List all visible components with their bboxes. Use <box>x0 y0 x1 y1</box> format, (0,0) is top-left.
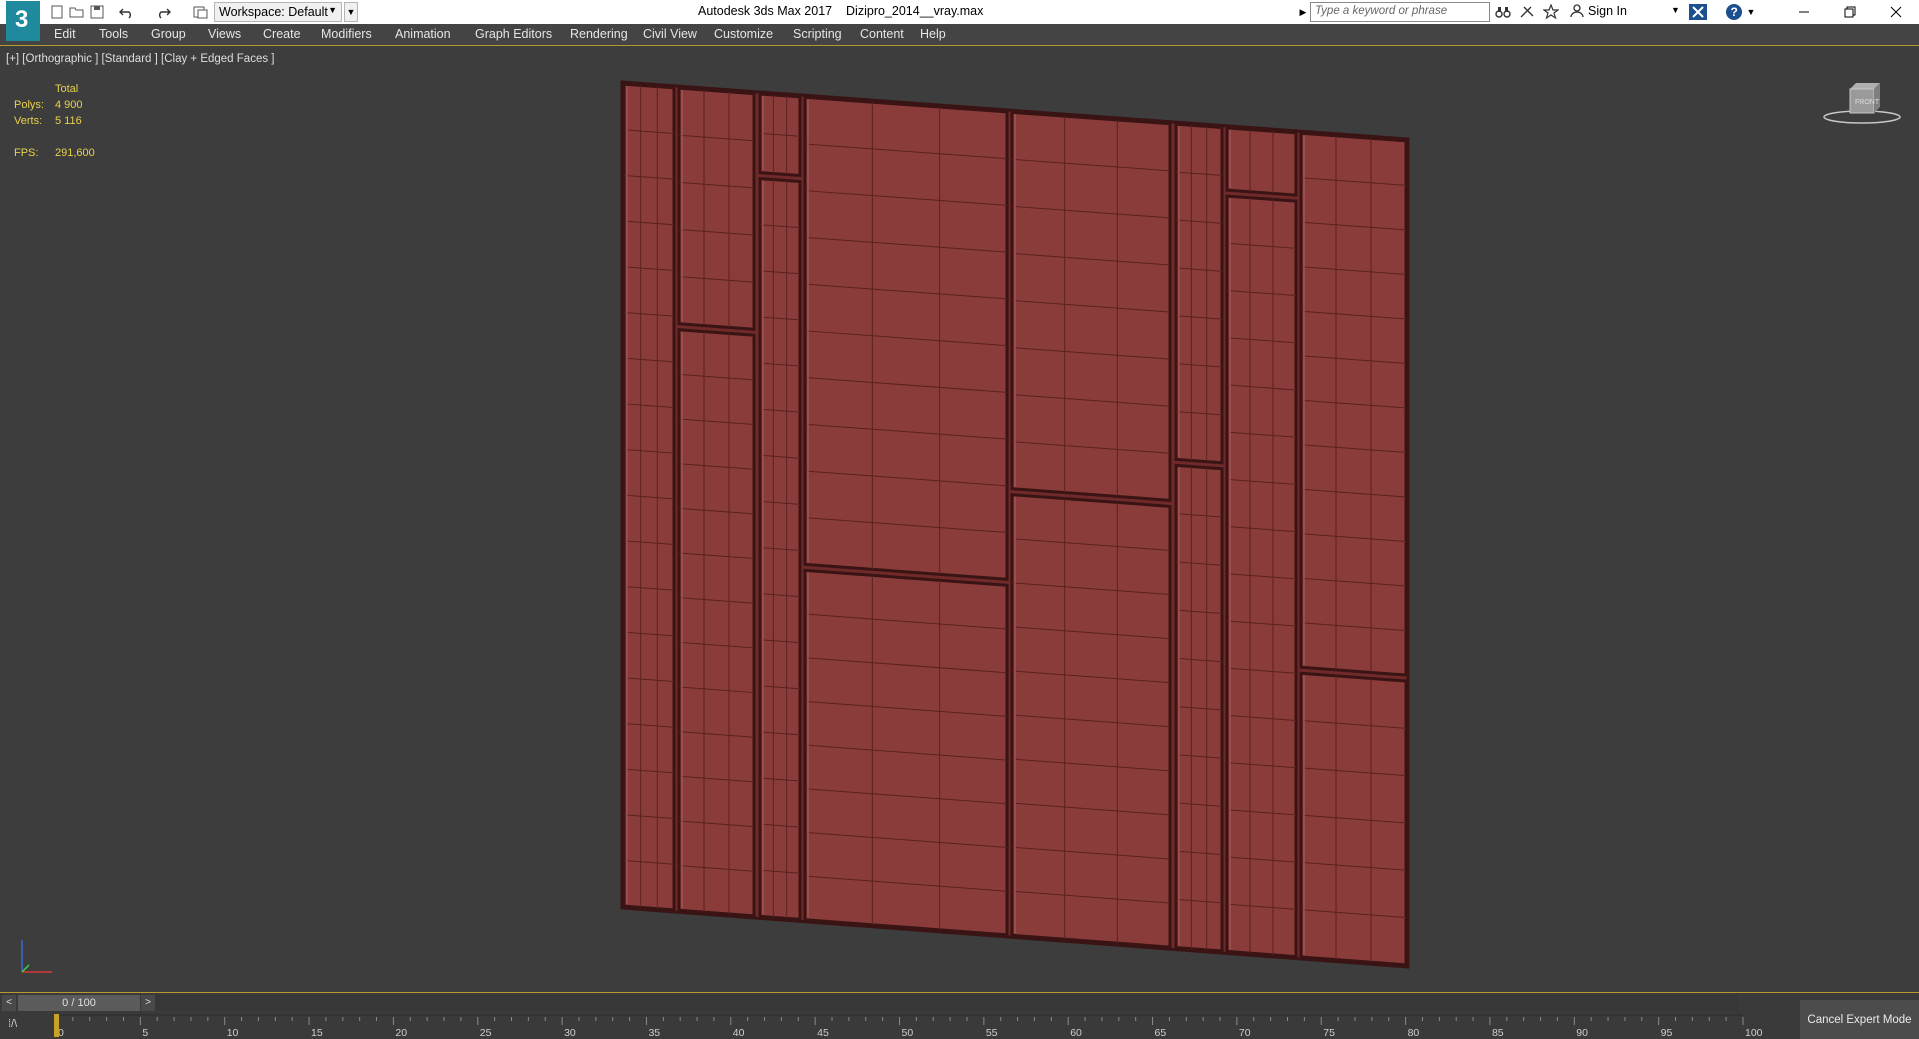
redo-icon[interactable] <box>154 3 172 21</box>
timeline-tick-label: 95 <box>1661 1027 1673 1039</box>
timeline-tick-label: 40 <box>733 1027 745 1039</box>
chevron-down-icon[interactable]: ▼ <box>1746 3 1756 21</box>
panel-piece <box>677 86 756 331</box>
viewport-orthographic[interactable]: [+] [Orthographic ] [Standard ] [Clay + … <box>0 47 1919 992</box>
menu-scripting[interactable]: Scripting <box>793 27 842 41</box>
time-slider-track[interactable] <box>18 995 1738 1011</box>
timeline-tick-label: 10 <box>227 1027 239 1039</box>
panel-piece <box>677 328 756 918</box>
current-frame-marker <box>54 1014 59 1037</box>
timeline-tick-label: 45 <box>817 1027 829 1039</box>
menu-modifiers[interactable]: Modifiers <box>321 27 372 41</box>
menu-customize[interactable]: Customize <box>714 27 773 41</box>
close-icon <box>1890 6 1902 18</box>
help-icon[interactable]: ? <box>1722 3 1746 21</box>
stats-polys-value: 4 900 <box>55 99 83 111</box>
stats-fps-value: 291,600 <box>55 147 95 159</box>
track-bar[interactable]: ⁞/\ 0 5 10 15 20 25 30 35 40 45 50 55 60 65 70 75 80 85 90… <box>0 1012 1919 1039</box>
minimize-icon <box>1799 11 1809 13</box>
menu-animation[interactable]: Animation <box>395 27 451 41</box>
new-file-icon[interactable] <box>48 3 66 21</box>
timeline-tick-label: 15 <box>311 1027 323 1039</box>
cancel-expert-mode-button[interactable]: Cancel Expert Mode <box>1800 1000 1919 1039</box>
file-name: Dizipro_2014__vray.max <box>846 4 984 18</box>
sign-in-label: Sign In <box>1588 4 1627 18</box>
menu-create[interactable]: Create <box>263 27 301 41</box>
timeline-tick-label: 65 <box>1155 1027 1167 1039</box>
stats-verts-value: 5 116 <box>55 115 82 127</box>
timeline-tick-label: 55 <box>986 1027 998 1039</box>
app-logo-icon[interactable]: 3 <box>6 1 40 41</box>
app-title: Autodesk 3ds Max 2017 <box>698 4 833 18</box>
menu-graph-editors[interactable]: Graph Editors <box>475 27 552 41</box>
close-button[interactable] <box>1873 0 1919 24</box>
undo-icon[interactable] <box>118 3 136 21</box>
restore-icon <box>1844 6 1856 18</box>
subscription-icon[interactable] <box>1518 3 1536 21</box>
search-input[interactable]: Type a keyword or phrase <box>1310 2 1490 22</box>
viewcube-face-label: FRONT <box>1855 99 1880 106</box>
quick-access-customize-button[interactable]: ▼ <box>344 2 358 22</box>
binoculars-icon[interactable] <box>1494 3 1512 21</box>
menu-edit[interactable]: Edit <box>54 27 76 41</box>
menu-views[interactable]: Views <box>208 27 241 41</box>
timeline-tick-label: 75 <box>1323 1027 1335 1039</box>
stats-verts-label: Verts: <box>14 115 43 127</box>
timeline-tick-label: 100 <box>1745 1027 1763 1039</box>
chevron-down-icon[interactable]: ▼ <box>1671 5 1680 15</box>
timeline-tick-label: 70 <box>1239 1027 1251 1039</box>
menu-civil-view[interactable]: Civil View <box>643 27 697 41</box>
app-logo-text: 3 <box>15 6 28 33</box>
search-placeholder: Type a keyword or phrase <box>1315 5 1448 17</box>
menu-content[interactable]: Content <box>860 27 904 41</box>
viewport-label-menu[interactable]: [+] [Orthographic ] [Standard ] [Clay + … <box>6 53 274 65</box>
timeline-tick-label: 80 <box>1408 1027 1420 1039</box>
stats-fps-label: FPS: <box>14 147 39 159</box>
svg-text:?: ? <box>1731 5 1738 19</box>
sign-in-button[interactable]: Sign In <box>1570 4 1627 18</box>
restore-button[interactable] <box>1827 0 1873 24</box>
timeline-tick-label: 35 <box>648 1027 660 1039</box>
timeline-tick-label: 25 <box>480 1027 492 1039</box>
project-folder-icon[interactable] <box>192 3 210 21</box>
timeline-tick-label: 85 <box>1492 1027 1504 1039</box>
workspace-dropdown[interactable]: Workspace: Default ▼ <box>214 2 342 22</box>
menu-group[interactable]: Group <box>151 27 186 41</box>
timeline-tick-label: 90 <box>1576 1027 1588 1039</box>
timeline-tick-label: 60 <box>1070 1027 1082 1039</box>
user-icon <box>1570 4 1584 18</box>
time-slider-thumb[interactable]: 0 / 100 <box>18 995 140 1011</box>
window-title: Autodesk 3ds Max 2017 Dizipro_2014__vray… <box>698 4 983 18</box>
minimize-button[interactable] <box>1781 0 1827 24</box>
time-prev-button[interactable]: < <box>2 995 16 1011</box>
open-file-icon[interactable] <box>68 3 86 21</box>
timeline-tick-label: 20 <box>395 1027 407 1039</box>
workspace-label: Workspace: Default <box>219 5 328 19</box>
search-expand-button[interactable]: ▶ <box>1297 2 1309 22</box>
exchange-apps-icon[interactable] <box>1688 3 1708 21</box>
timeline-tick-label: 30 <box>564 1027 576 1039</box>
save-icon[interactable] <box>88 3 106 21</box>
stats-header: Total <box>55 83 79 95</box>
title-bar: 3 Workspace: Default ▼ ▼ Autodesk 3ds Ma… <box>0 0 1919 41</box>
chevron-down-icon: ▼ <box>328 5 337 15</box>
timeline-ruler[interactable]: 0 5 10 15 20 25 30 35 40 45 50 55 60 65 70 75 80 85 90 95 10… <box>0 1012 1800 1039</box>
menu-help[interactable]: Help <box>920 27 946 41</box>
panel-piece <box>1225 126 1298 197</box>
star-icon[interactable] <box>1542 3 1560 21</box>
cancel-expert-label: Cancel Expert Mode <box>1807 1013 1912 1026</box>
menu-tools[interactable]: Tools <box>99 27 128 41</box>
time-slider[interactable]: < 0 / 100 > <box>0 992 1919 1012</box>
timeline-tick-label: 50 <box>902 1027 914 1039</box>
viewcube-icon[interactable]: FRONT <box>1822 77 1902 127</box>
menu-rendering[interactable]: Rendering <box>570 27 628 41</box>
axis-tripod-icon <box>21 940 52 973</box>
timeline-tick-label: 5 <box>142 1027 148 1039</box>
time-next-button[interactable]: > <box>141 995 155 1011</box>
menu-bar: Edit Tools Group Views Create Modifiers … <box>0 24 1919 46</box>
scene-geometry[interactable] <box>0 47 1919 992</box>
stats-polys-label: Polys: <box>14 99 44 111</box>
